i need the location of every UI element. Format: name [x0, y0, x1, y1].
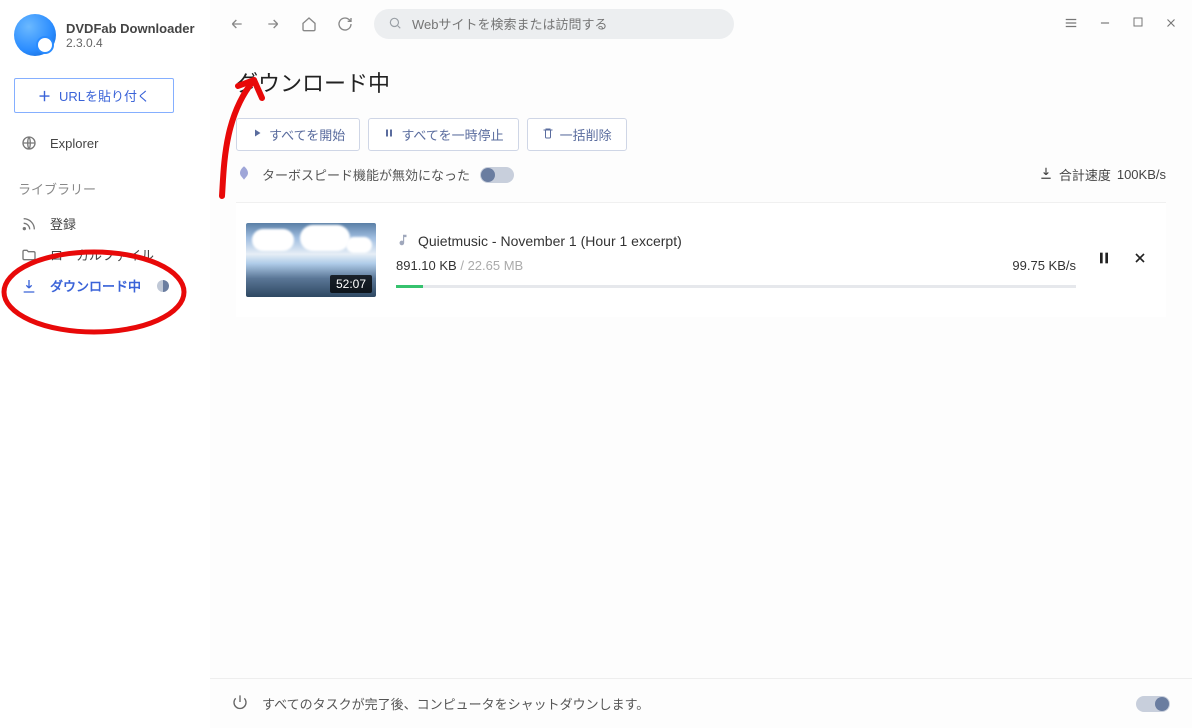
search-input[interactable]: [412, 17, 720, 32]
maximize-icon[interactable]: [1132, 16, 1144, 33]
sidebar-item-explorer[interactable]: Explorer: [14, 129, 200, 157]
turbo-row: ターボスピード機能が無効になった 合計速度 100KB/s: [236, 165, 1166, 194]
subscribe-label: 登録: [50, 214, 76, 233]
menu-icon[interactable]: [1064, 16, 1078, 33]
total-speed-value: 100KB/s: [1117, 167, 1166, 182]
downloading-label: ダウンロード中: [50, 276, 141, 295]
explorer-label: Explorer: [50, 136, 98, 151]
local-files-label: ローカルファイル: [50, 245, 154, 264]
start-all-label: すべてを開始: [269, 125, 345, 144]
brand: DVDFab Downloader 2.3.0.4: [14, 14, 200, 56]
download-list: 52:07 Quietmusic - November 1 (Hour 1 ex…: [236, 202, 1166, 317]
delete-all-label: 一括削除: [560, 125, 612, 144]
download-speed-icon: [1039, 166, 1053, 183]
rocket-icon: [236, 165, 252, 184]
close-icon[interactable]: [1164, 16, 1178, 33]
download-thumbnail: 52:07: [246, 223, 376, 297]
nav-forward-button[interactable]: [260, 11, 286, 37]
start-all-button[interactable]: すべてを開始: [236, 118, 360, 151]
download-actions: [1096, 250, 1156, 271]
topbar: [210, 0, 1192, 48]
nav-reload-button[interactable]: [332, 11, 358, 37]
library-section-label: ライブラリー: [18, 179, 200, 198]
pause-all-label: すべてを一時停止: [401, 125, 503, 144]
item-pause-button[interactable]: [1096, 250, 1112, 271]
pause-icon: [383, 127, 395, 142]
sidebar-item-downloading[interactable]: ダウンロード中: [14, 270, 200, 301]
total-speed-label: 合計速度: [1059, 165, 1111, 184]
paste-url-label: URLを貼り付く: [59, 86, 150, 105]
music-note-icon: [396, 233, 410, 250]
app-name: DVDFab Downloader: [66, 21, 195, 36]
download-info: Quietmusic - November 1 (Hour 1 excerpt)…: [396, 233, 1076, 288]
downloaded-size: 891.10 KB: [396, 258, 457, 273]
footer: すべてのタスクが完了後、コンピュータをシャットダウンします。: [210, 678, 1192, 728]
progress-bar: [396, 285, 1076, 288]
delete-all-button[interactable]: 一括削除: [527, 118, 627, 151]
play-icon: [251, 127, 263, 142]
downloading-indicator-icon: [157, 280, 169, 292]
sidebar-item-local-files[interactable]: ローカルファイル: [14, 239, 200, 270]
download-title: Quietmusic - November 1 (Hour 1 excerpt): [418, 233, 682, 249]
nav-home-button[interactable]: [296, 11, 322, 37]
item-remove-button[interactable]: [1132, 250, 1148, 271]
plus-icon: ＋: [38, 86, 51, 105]
nav-back-button[interactable]: [224, 11, 250, 37]
turbo-toggle[interactable]: [480, 167, 514, 183]
trash-icon: [542, 127, 554, 142]
sidebar: DVDFab Downloader 2.3.0.4 ＋ URLを貼り付く Exp…: [0, 0, 210, 728]
search-icon: [388, 16, 402, 33]
duration-badge: 52:07: [330, 275, 372, 293]
total-speed: 合計速度 100KB/s: [1039, 165, 1166, 184]
power-icon: [232, 694, 248, 713]
sidebar-item-subscribe[interactable]: 登録: [14, 208, 200, 239]
app-version: 2.3.0.4: [66, 36, 195, 50]
total-size: / 22.65 MB: [457, 258, 524, 273]
shutdown-toggle[interactable]: [1136, 696, 1170, 712]
download-item: 52:07 Quietmusic - November 1 (Hour 1 ex…: [236, 203, 1166, 317]
window-controls: [1064, 16, 1178, 33]
progress-fill: [396, 285, 423, 288]
rss-icon: [20, 216, 38, 232]
main-area: ダウンロード中 すべてを開始 すべてを一時停止: [210, 0, 1192, 728]
item-speed: 99.75 KB/s: [1012, 258, 1076, 273]
content: ダウンロード中 すべてを開始 すべてを一時停止: [210, 48, 1192, 678]
action-row: すべてを開始 すべてを一時停止 一括削除: [236, 118, 1166, 151]
search-wrap[interactable]: [374, 9, 734, 39]
paste-url-button[interactable]: ＋ URLを貼り付く: [14, 78, 174, 113]
page-title: ダウンロード中: [236, 66, 1166, 98]
download-icon: [20, 278, 38, 294]
minimize-icon[interactable]: [1098, 16, 1112, 33]
pause-all-button[interactable]: すべてを一時停止: [368, 118, 518, 151]
globe-icon: [20, 135, 38, 151]
folder-icon: [20, 247, 38, 263]
turbo-label: ターボスピード機能が無効になった: [262, 165, 470, 184]
shutdown-label: すべてのタスクが完了後、コンピュータをシャットダウンします。: [262, 694, 649, 713]
app-logo: [14, 14, 56, 56]
